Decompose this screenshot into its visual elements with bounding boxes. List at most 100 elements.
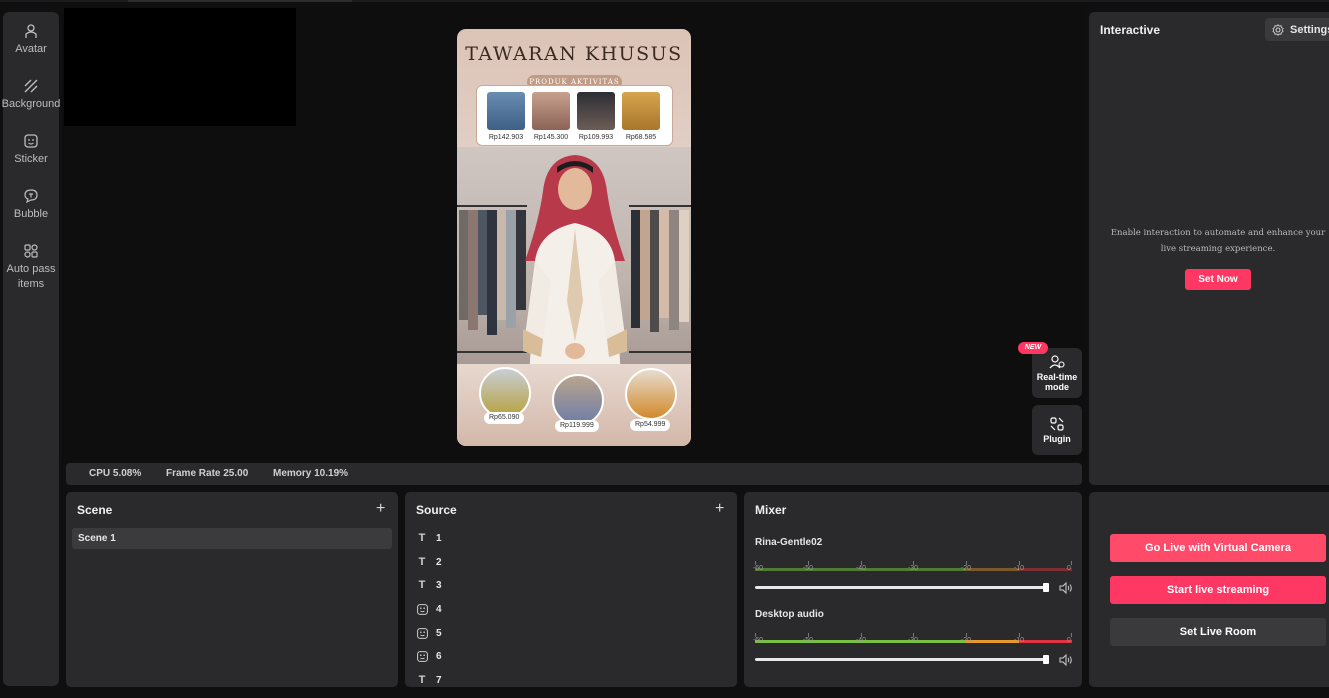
text-source-icon: T bbox=[418, 579, 426, 591]
avatar-icon bbox=[22, 22, 40, 40]
top-strip-active bbox=[128, 0, 352, 2]
clothing-rack-right bbox=[629, 205, 691, 353]
source-item[interactable]: 5 bbox=[416, 625, 442, 641]
meter-tick: -40 bbox=[855, 637, 867, 644]
scene-panel-title: Scene bbox=[77, 503, 113, 517]
image-source-icon bbox=[416, 603, 428, 615]
set-now-button[interactable]: Set Now bbox=[1185, 269, 1251, 290]
new-badge: NEW bbox=[1018, 342, 1048, 354]
plugin-button[interactable]: Plugin bbox=[1032, 405, 1082, 455]
meter-tick: -40 bbox=[855, 565, 867, 572]
avatar-model bbox=[523, 155, 627, 381]
sidebar-item-background[interactable]: Background bbox=[2, 77, 60, 112]
scene-item[interactable]: Scene 1 bbox=[72, 528, 392, 549]
sticker-icon bbox=[22, 132, 40, 150]
meter-ticks: -60 -50 -40 -30 -20 -10 0 bbox=[752, 561, 1072, 575]
source-item[interactable]: 6 bbox=[416, 648, 442, 664]
settings-button[interactable]: Settings bbox=[1265, 18, 1329, 41]
meter-tick: -10 bbox=[1013, 565, 1025, 572]
meter-tick: -30 bbox=[907, 637, 919, 644]
interactive-panel-title: Interactive bbox=[1100, 23, 1161, 37]
sidebar-item-avatar[interactable]: Avatar bbox=[3, 22, 59, 57]
source-item-label: 1 bbox=[436, 532, 442, 544]
meter-tick: 0 bbox=[1067, 637, 1071, 644]
stream-preview[interactable]: TAWARAN KHUSUS PRODUK AKTIVITAS Rp142.90… bbox=[63, 6, 1086, 462]
live-canvas[interactable]: TAWARAN KHUSUS PRODUK AKTIVITAS Rp142.90… bbox=[457, 29, 691, 446]
source-panel-title: Source bbox=[416, 503, 457, 517]
mixer-channel-name: Rina-Gentle02 bbox=[755, 537, 823, 548]
source-item-label: 3 bbox=[436, 579, 442, 591]
camera-source-placeholder[interactable] bbox=[64, 8, 296, 126]
meter-tick: -10 bbox=[1013, 637, 1025, 644]
source-item-label: 6 bbox=[436, 650, 442, 662]
sidebar-item-label: Bubble bbox=[13, 208, 49, 220]
plugin-label: Plugin bbox=[1043, 433, 1071, 444]
meter-tick: -20 bbox=[960, 637, 972, 644]
source-item[interactable]: T3 bbox=[416, 577, 442, 593]
sidebar-item-bubble[interactable]: Bubble bbox=[3, 187, 59, 222]
top-strip bbox=[0, 0, 1329, 2]
featured-product-image bbox=[552, 374, 604, 426]
speaker-icon[interactable] bbox=[1059, 581, 1073, 595]
product-price: Rp145.300 bbox=[533, 134, 569, 141]
product-price: Rp109.993 bbox=[578, 134, 614, 141]
meter-tick: -60 bbox=[752, 565, 764, 572]
source-item[interactable]: T1 bbox=[416, 530, 442, 546]
left-toolbar: Avatar Background Sticker Bubble Auto pa… bbox=[2, 12, 60, 686]
mixer-panel: Mixer Rina-Gentle02 -60 -50 -40 -30 -20 … bbox=[744, 492, 1082, 687]
volume-slider[interactable] bbox=[755, 655, 1049, 664]
volume-slider-handle[interactable] bbox=[1043, 655, 1049, 664]
product-image bbox=[577, 92, 615, 130]
interactive-hint: Enable interaction to automate and enhan… bbox=[1110, 228, 1326, 254]
sidebar-item-sticker[interactable]: Sticker bbox=[3, 132, 59, 167]
source-item[interactable]: T2 bbox=[416, 554, 442, 570]
mixer-channel-name: Desktop audio bbox=[755, 609, 824, 620]
source-item[interactable]: T7 bbox=[416, 672, 442, 687]
product-image bbox=[487, 92, 525, 130]
frame-rate: Frame Rate 25.00 bbox=[166, 468, 249, 479]
product-image bbox=[622, 92, 660, 130]
set-live-room-button[interactable]: Set Live Room bbox=[1110, 618, 1326, 646]
start-live-streaming-button[interactable]: Start live streaming bbox=[1110, 576, 1326, 604]
product-showcase: Rp142.903 Rp145.300 Rp109.993 Rp68.585 bbox=[476, 85, 673, 146]
background-icon bbox=[22, 77, 40, 95]
meter-ticks: -60 -50 -40 -30 -20 -10 0 bbox=[753, 633, 1072, 647]
speaker-icon[interactable] bbox=[1059, 653, 1073, 667]
go-live-virtual-camera-button[interactable]: Go Live with Virtual Camera bbox=[1110, 534, 1326, 562]
meter-tick: -20 bbox=[960, 565, 972, 572]
meter-tick: 0 bbox=[1067, 565, 1071, 572]
source-item-label: 7 bbox=[436, 674, 442, 686]
plugin-icon bbox=[1050, 416, 1064, 431]
meter-tick: -50 bbox=[802, 565, 814, 572]
scene-panel: Scene + Scene 1 bbox=[66, 492, 398, 687]
cpu-usage: CPU 5.08% bbox=[89, 468, 142, 479]
image-source-icon bbox=[416, 650, 428, 662]
mixer-panel-title: Mixer bbox=[755, 503, 787, 517]
product-price: Rp68.585 bbox=[625, 134, 657, 141]
text-source-icon: T bbox=[418, 556, 426, 568]
bubble-icon bbox=[22, 187, 40, 205]
banner-title: TAWARAN KHUSUS bbox=[465, 43, 683, 65]
realtime-mode-button[interactable]: Real-time mode bbox=[1032, 348, 1082, 398]
featured-price: Rp65.090 bbox=[484, 412, 525, 424]
volume-slider[interactable] bbox=[755, 583, 1049, 592]
volume-slider-handle[interactable] bbox=[1043, 583, 1049, 592]
source-item-label: 2 bbox=[436, 556, 442, 568]
sidebar-item-label: Sticker bbox=[14, 153, 48, 165]
source-item-label: 4 bbox=[436, 603, 442, 615]
featured-strip: Rp65.090 Rp119.999 Rp54.999 bbox=[457, 364, 691, 446]
sidebar-item-label: Auto pass items bbox=[6, 263, 56, 290]
sidebar-item-label: Avatar bbox=[15, 43, 47, 55]
memory-usage: Memory 10.19% bbox=[273, 468, 349, 479]
featured-product-image bbox=[625, 368, 677, 420]
text-source-icon: T bbox=[418, 532, 426, 544]
add-source-button[interactable]: + bbox=[715, 500, 724, 518]
sidebar-item-auto-pass-items[interactable]: Auto pass items bbox=[3, 242, 59, 292]
realtime-icon bbox=[1049, 354, 1065, 368]
settings-label: Settings bbox=[1290, 23, 1329, 36]
add-scene-button[interactable]: + bbox=[376, 500, 385, 518]
source-panel: Source + T1 T2 T3 4 5 6 T7 bbox=[405, 492, 737, 687]
status-bar: CPU 5.08% Frame Rate 25.00 Memory 10.19% bbox=[66, 463, 1082, 485]
gear-icon bbox=[1272, 23, 1284, 36]
source-item[interactable]: 4 bbox=[416, 601, 442, 617]
